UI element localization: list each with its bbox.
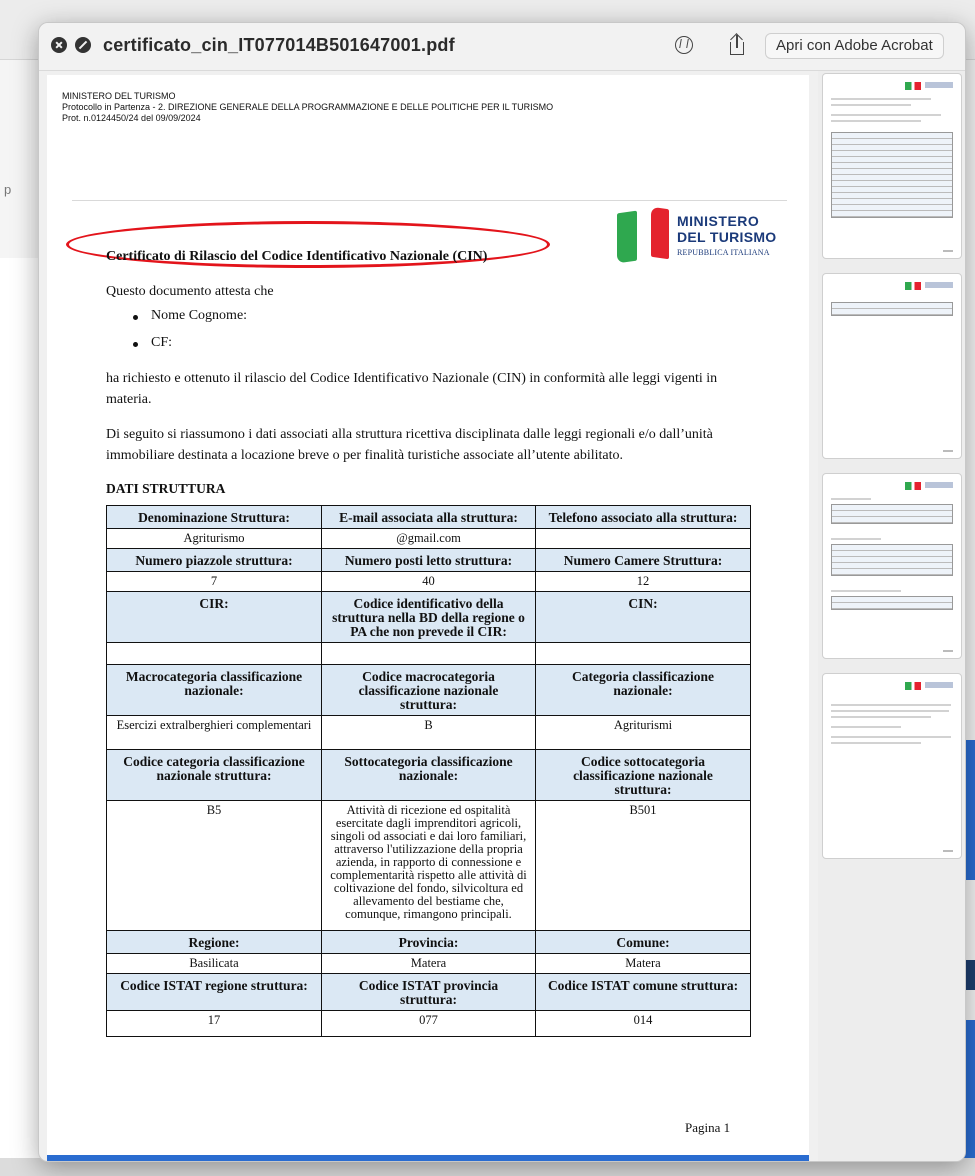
bullet-dot <box>133 342 138 347</box>
table-header-cell: Codice sottocategoria classificazione na… <box>535 749 751 801</box>
paragraph-summary: Di seguito si riassumono i dati associat… <box>106 427 713 463</box>
table-header-cell: Categoria classificazione nazionale: <box>535 664 751 716</box>
bullet-dot <box>133 315 138 320</box>
header-protocol: Protocollo in Partenza - 2. DIREZIONE GE… <box>62 102 554 112</box>
table-header-row: Denominazione Struttura: E-mail associata… <box>106 505 751 529</box>
table-cell: 17 <box>106 1010 322 1037</box>
open-with-acrobat-button[interactable]: Apri con Adobe Acrobat <box>765 33 944 59</box>
header-prot-number: Prot. n.0124450/24 del 09/09/2024 <box>62 113 201 123</box>
table-cell: Matera <box>321 953 536 974</box>
table-header-cell: Denominazione Struttura: <box>106 505 322 529</box>
table-row: Agriturismo @gmail.com <box>106 528 751 549</box>
fullscreen-icon[interactable] <box>75 37 91 53</box>
table-cell: 12 <box>535 571 751 592</box>
ministry-logo: MINISTERO DEL TURISMO REPUBBLICA ITALIAN… <box>607 206 787 264</box>
close-icon[interactable] <box>51 37 67 53</box>
background-letter: p <box>4 182 12 197</box>
logo-line3: REPUBBLICA ITALIANA <box>677 248 770 257</box>
table-row: Esercizi extralberghieri complementari B A… <box>106 715 751 750</box>
thumbnail-page-2[interactable] <box>822 273 962 459</box>
table-header-cell: Codice ISTAT provincia struttura: <box>321 973 536 1011</box>
table-header-cell: CIR: <box>106 591 322 643</box>
table-header-row: Numero piazzole struttura: Numero posti l… <box>106 548 751 572</box>
table-row <box>106 642 751 665</box>
table-header-row: Macrocategoria classificazione nazionale… <box>106 664 751 716</box>
thumbnail-sidebar <box>818 71 965 1161</box>
logo-line1: MINISTERO <box>677 213 760 229</box>
table-header-cell: Comune: <box>535 930 751 954</box>
table-header-row: CIR: Codice identificativo della struttur… <box>106 591 751 643</box>
table-header-cell: CIN: <box>535 591 751 643</box>
logo-line2: DEL TURISMO <box>677 229 777 245</box>
table-header-cell: Sottocategoria classificazione nazionale… <box>321 749 536 801</box>
table-cell: Agriturismo <box>106 528 322 549</box>
thumbnail-page-1[interactable] <box>822 73 962 259</box>
table-cell: Matera <box>535 953 751 974</box>
table-header-cell: Numero posti letto struttura: <box>321 548 536 572</box>
document-title: Certificato di Rilascio del Codice Ident… <box>106 249 488 264</box>
thumbnail-page-4[interactable] <box>822 673 962 859</box>
table-header-cell: Codice ISTAT regione struttura: <box>106 973 322 1011</box>
table-row: Basilicata Matera Matera <box>106 953 751 974</box>
table-cell <box>321 642 536 665</box>
table-header-cell: Codice identificativo della struttura ne… <box>321 591 536 643</box>
quicklook-window: certificato_cin_IT077014B501647001.pdf A… <box>38 22 966 1162</box>
table-header-cell: Telefono associato alla struttura: <box>535 505 751 529</box>
table-cell: 077 <box>321 1010 536 1037</box>
document-page: MINISTERO DEL TURISMO Protocollo in Part… <box>47 75 809 1161</box>
table-cell: 7 <box>106 571 322 592</box>
table-header-cell: Provincia: <box>321 930 536 954</box>
table-cell: 014 <box>535 1010 751 1037</box>
header-divider <box>72 200 787 201</box>
table-header-cell: Codice macrocategoria classificazione na… <box>321 664 536 716</box>
table-cell: B501 <box>535 800 751 931</box>
table-header-cell: Codice ISTAT comune struttura: <box>535 973 751 1011</box>
table-header-row: Regione: Provincia: Comune: <box>106 930 751 954</box>
table-cell: 40 <box>321 571 536 592</box>
table-cell: Basilicata <box>106 953 322 974</box>
table-row: 7 40 12 <box>106 571 751 592</box>
table-header-cell: Codice categoria classificazione naziona… <box>106 749 322 801</box>
thumbnail-page-3[interactable] <box>822 473 962 659</box>
share-icon[interactable] <box>727 33 747 57</box>
table-header-cell: Regione: <box>106 930 322 954</box>
table-row: B5 Attività di ricezione ed ospitalità es… <box>106 800 751 931</box>
flag-red-icon <box>651 206 669 260</box>
table-header-row: Codice ISTAT regione struttura: Codice IS… <box>106 973 751 1011</box>
window-title: certificato_cin_IT077014B501647001.pdf <box>103 35 455 55</box>
table-cell: Attività di ricezione ed ospitalità eser… <box>321 800 536 931</box>
table-header-cell: Numero piazzole struttura: <box>106 548 322 572</box>
table-cell <box>535 528 751 549</box>
table-header-row: Codice categoria classificazione naziona… <box>106 749 751 801</box>
bottom-accent-bar <box>47 1155 809 1161</box>
header-ministry: MINISTERO DEL TURISMO <box>62 91 176 101</box>
section-title: DATI STRUTTURA <box>106 481 226 496</box>
paragraph-cin: ha richiesto e ottenuto il rilascio del … <box>106 371 718 407</box>
table-cell <box>106 642 322 665</box>
window-titlebar: certificato_cin_IT077014B501647001.pdf A… <box>39 23 965 71</box>
table-cell: Agriturismi <box>535 715 751 750</box>
table-header-cell: Numero Camere Struttura: <box>535 548 751 572</box>
table-cell: B <box>321 715 536 750</box>
flag-green-icon <box>617 210 637 264</box>
markup-icon[interactable] <box>675 36 693 54</box>
table-cell: Esercizi extralberghieri complementari <box>106 715 322 750</box>
table-header-cell: Macrocategoria classificazione nazionale… <box>106 664 322 716</box>
table-row: 17 077 014 <box>106 1010 751 1037</box>
table-cell: B5 <box>106 800 322 931</box>
dati-struttura-table: Denominazione Struttura: E-mail associata… <box>106 505 751 1037</box>
intro-text: Questo documento attesta che <box>106 284 274 299</box>
table-header-cell: E-mail associata alla struttura: <box>321 505 536 529</box>
table-cell: @gmail.com <box>321 528 536 549</box>
table-cell <box>535 642 751 665</box>
page-number: Pagina 1 <box>685 1120 731 1135</box>
